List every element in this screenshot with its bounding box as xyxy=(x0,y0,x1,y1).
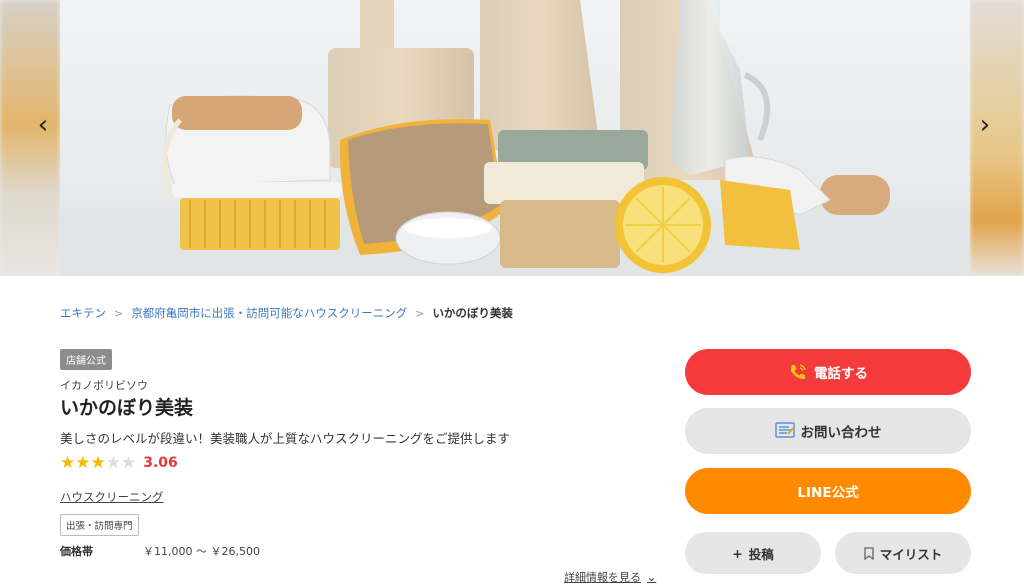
carousel-next-button[interactable]: › xyxy=(970,108,1000,142)
message-board-icon xyxy=(774,422,795,440)
details-link-label: 詳細情報を見る xyxy=(564,571,641,584)
call-button-label: 電話する xyxy=(814,366,868,382)
plus-icon: + xyxy=(732,545,743,561)
price-range-label: 価格帯 xyxy=(60,545,93,558)
official-store-badge: 店舗公式 xyxy=(60,349,112,370)
category-link[interactable]: ハウスクリーニング xyxy=(60,489,164,505)
contact-button[interactable]: お問い合わせ xyxy=(685,408,971,454)
call-button[interactable]: 電話する xyxy=(685,349,971,395)
post-button[interactable]: + 投稿 xyxy=(685,532,821,574)
star-empty-icon: ★ xyxy=(105,453,121,473)
phone-icon xyxy=(788,362,808,382)
chevron-down-icon: ⌄ xyxy=(647,570,657,584)
star-filled-icon: ★ xyxy=(90,453,106,473)
mylist-button-label: マイリスト xyxy=(879,546,943,562)
bookmark-icon xyxy=(864,546,874,560)
mylist-button[interactable]: マイリスト xyxy=(835,532,971,574)
shop-tagline: 美しさのレベルが段違い！美装職人が上質なハウスクリーニングをご提供します xyxy=(60,431,511,446)
breadcrumb: エキテン > 京都府亀岡市に出張・訪問可能なハウスクリーニング > いかのぼり美… xyxy=(60,305,513,321)
star-filled-icon: ★ xyxy=(60,453,76,473)
line-official-button[interactable]: LINE公式 xyxy=(685,468,971,514)
service-tag: 出張・訪問専門 xyxy=(60,514,139,536)
carousel-prev-button[interactable]: ‹ xyxy=(28,108,58,142)
chevron-right-icon: > xyxy=(415,306,425,320)
shop-name-kana: イカノボリビソウ xyxy=(60,379,148,392)
chevron-left-icon: ‹ xyxy=(37,110,49,140)
star-empty-icon: ★ xyxy=(121,453,137,473)
rating-stars: ★★★★★ xyxy=(60,453,136,472)
star-filled-icon: ★ xyxy=(75,453,91,473)
rating: ★★★★★ 3.06 xyxy=(60,453,178,472)
post-button-label: 投稿 xyxy=(748,546,774,562)
chevron-right-icon: > xyxy=(114,306,124,320)
hero-image-cleaning-products xyxy=(60,0,970,276)
contact-button-label: お問い合わせ xyxy=(800,425,882,441)
chevron-right-icon: › xyxy=(979,110,991,140)
breadcrumb-current: いかのぼり美装 xyxy=(432,306,513,320)
breadcrumb-link-category[interactable]: 京都府亀岡市に出張・訪問可能なハウスクリーニング xyxy=(131,305,407,321)
hero-carousel: ‹ › xyxy=(0,0,1024,276)
shop-name: いかのぼり美装 xyxy=(60,397,194,419)
price-range-value: ￥11,000 〜 ￥26,500 xyxy=(143,545,260,558)
breadcrumb-link-ekiten[interactable]: エキテン xyxy=(60,305,106,321)
line-official-button-label: LINE公式 xyxy=(797,485,859,501)
details-link[interactable]: 詳細情報を見る ⌄ xyxy=(564,569,656,585)
rating-value: 3.06 xyxy=(143,454,178,471)
